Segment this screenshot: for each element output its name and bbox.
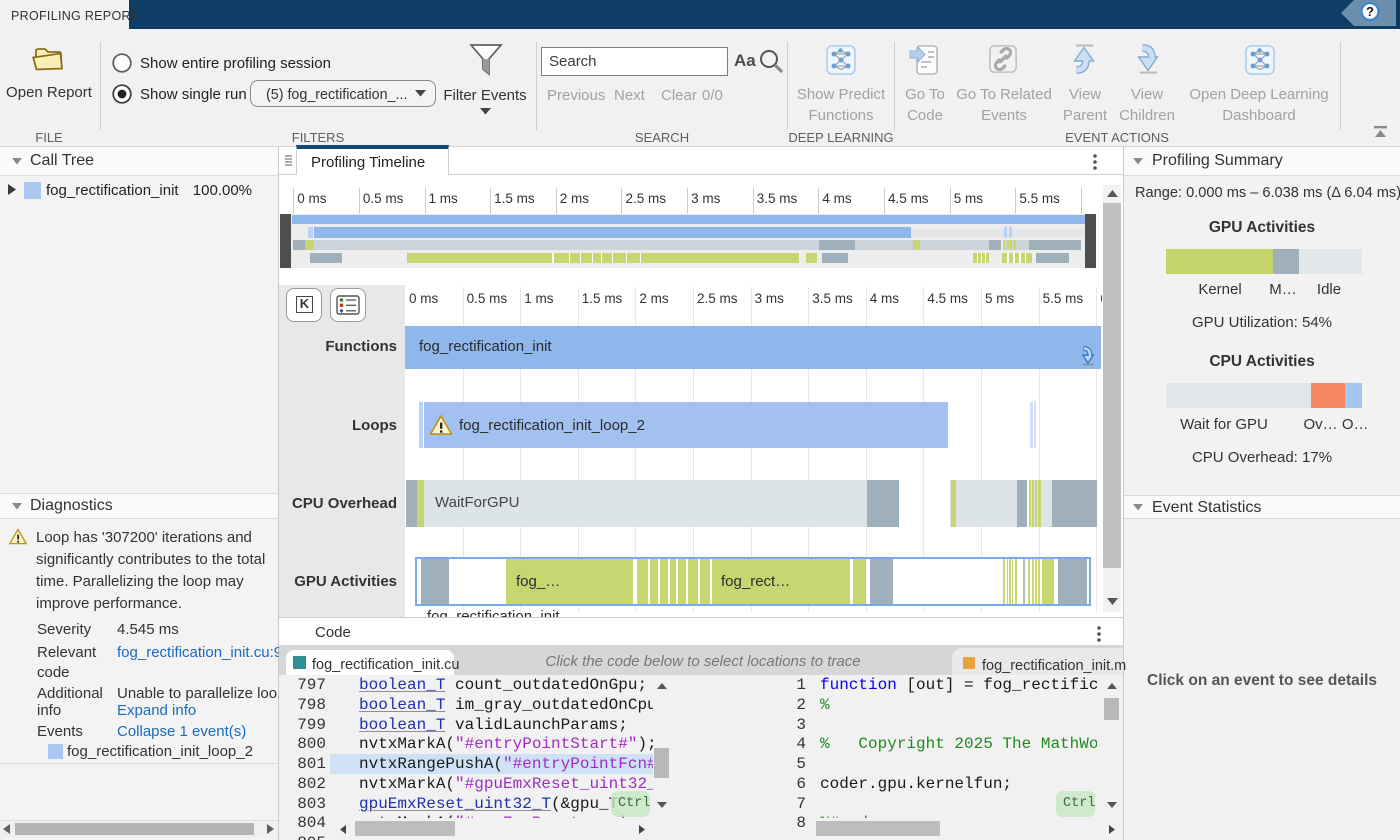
svg-text:?: ? bbox=[1366, 4, 1374, 19]
